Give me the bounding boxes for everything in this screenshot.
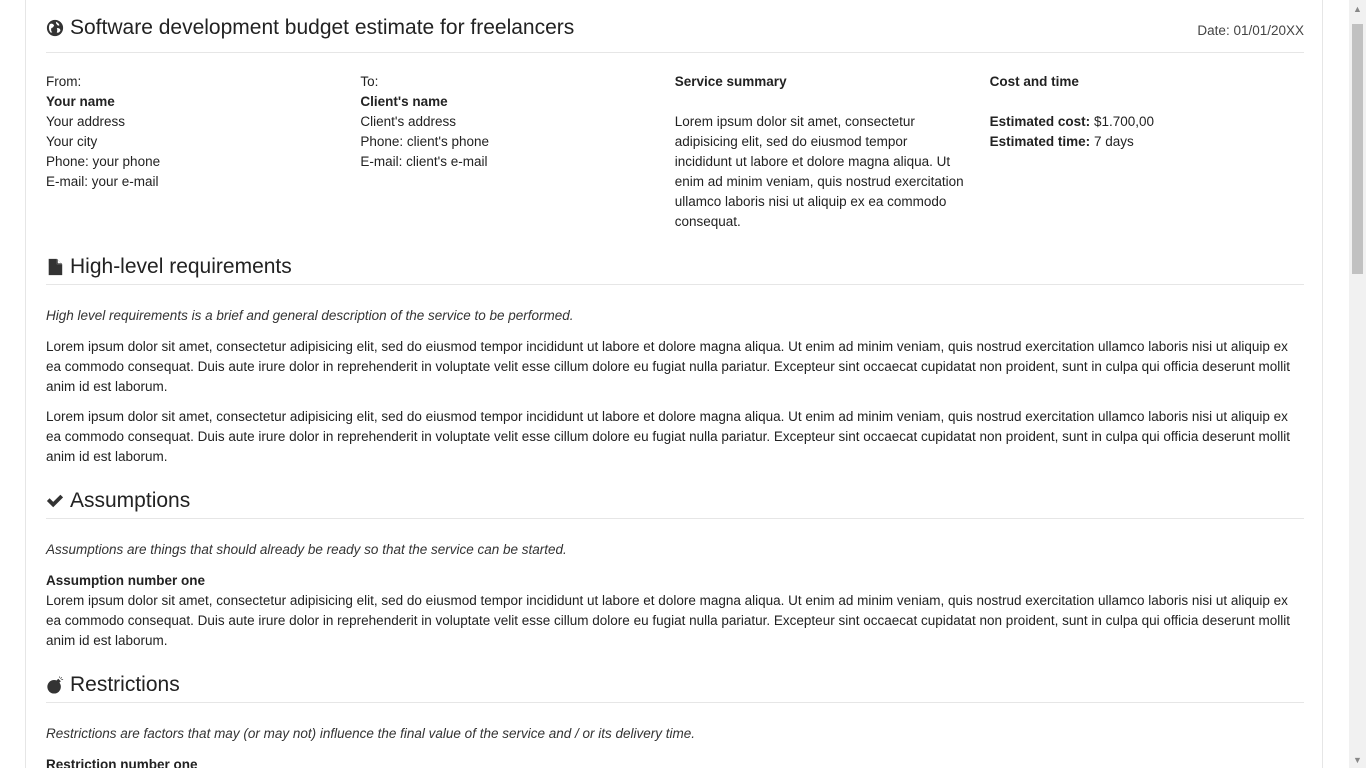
to-label: To: <box>360 74 379 89</box>
from-email: E-mail: your e-mail <box>46 174 159 189</box>
file-icon <box>48 258 63 276</box>
requirements-heading: High-level requirements <box>46 250 1304 285</box>
scrollbar-thumb[interactable] <box>1352 24 1363 274</box>
to-address: Client's address <box>360 114 456 129</box>
document-header: Software development budget estimate for… <box>46 16 1304 53</box>
requirements-paragraph-2: Lorem ipsum dolor sit amet, consectetur … <box>46 409 1290 464</box>
summary-text: Lorem ipsum dolor sit amet, consectetur … <box>674 114 964 229</box>
title-text: Software development budget estimate for… <box>70 16 575 39</box>
document-page: Software development budget estimate for… <box>25 0 1323 768</box>
bomb-icon <box>47 676 64 694</box>
to-email: E-mail: client's e-mail <box>360 154 488 169</box>
requirements-paragraph-1: Lorem ipsum dolor sit amet, consectetur … <box>46 339 1290 394</box>
cost-label: Estimated cost: <box>989 114 1091 129</box>
from-city: Your city <box>46 134 98 149</box>
time-value: 7 days <box>1093 134 1134 149</box>
scroll-down-arrow-icon[interactable]: ▼ <box>1349 751 1366 768</box>
cost-block: Cost and time Estimated cost: $1.700,00 … <box>990 72 1304 232</box>
page-title: Software development budget estimate for… <box>46 16 574 40</box>
restrictions-title: Restrictions <box>70 673 180 696</box>
estimated-time: Estimated time: 7 days <box>990 132 1304 152</box>
globe-icon <box>46 19 64 37</box>
vertical-scrollbar[interactable]: ▲ ▼ <box>1349 0 1366 768</box>
restrictions-intro: Restrictions are factors that may (or ma… <box>46 726 696 741</box>
info-columns: From: Your name Your address Your city P… <box>46 72 1304 232</box>
cost-heading: Cost and time <box>989 74 1079 89</box>
check-icon <box>46 494 64 508</box>
assumptions-title: Assumptions <box>70 489 191 512</box>
requirements-title: High-level requirements <box>70 255 292 278</box>
from-address: Your address <box>46 114 126 129</box>
to-block: To: Client's name Client's address Phone… <box>360 72 674 232</box>
assumption-1-text: Lorem ipsum dolor sit amet, consectetur … <box>46 593 1290 648</box>
restrictions-heading: Restrictions <box>46 668 1304 703</box>
cost-value: $1.700,00 <box>1093 114 1154 129</box>
to-phone: Phone: client's phone <box>360 134 490 149</box>
assumptions-heading: Assumptions <box>46 484 1304 519</box>
restriction-1-title: Restriction number one <box>46 757 198 768</box>
from-label: From: <box>46 74 82 89</box>
from-phone: Phone: your phone <box>46 154 161 169</box>
requirements-intro: High level requirements is a brief and g… <box>46 308 574 323</box>
estimated-cost: Estimated cost: $1.700,00 <box>990 112 1304 132</box>
from-block: From: Your name Your address Your city P… <box>46 72 360 232</box>
summary-block: Service summary Lorem ipsum dolor sit am… <box>675 72 968 232</box>
assumptions-intro: Assumptions are things that should alrea… <box>46 542 567 557</box>
scroll-up-arrow-icon[interactable]: ▲ <box>1349 0 1366 17</box>
summary-heading: Service summary <box>674 74 787 89</box>
to-name: Client's name <box>360 94 448 109</box>
assumption-1-title: Assumption number one <box>46 573 206 588</box>
time-label: Estimated time: <box>989 134 1091 149</box>
from-name: Your name <box>46 94 115 109</box>
document-date: Date: 01/01/20XX <box>1197 23 1304 38</box>
